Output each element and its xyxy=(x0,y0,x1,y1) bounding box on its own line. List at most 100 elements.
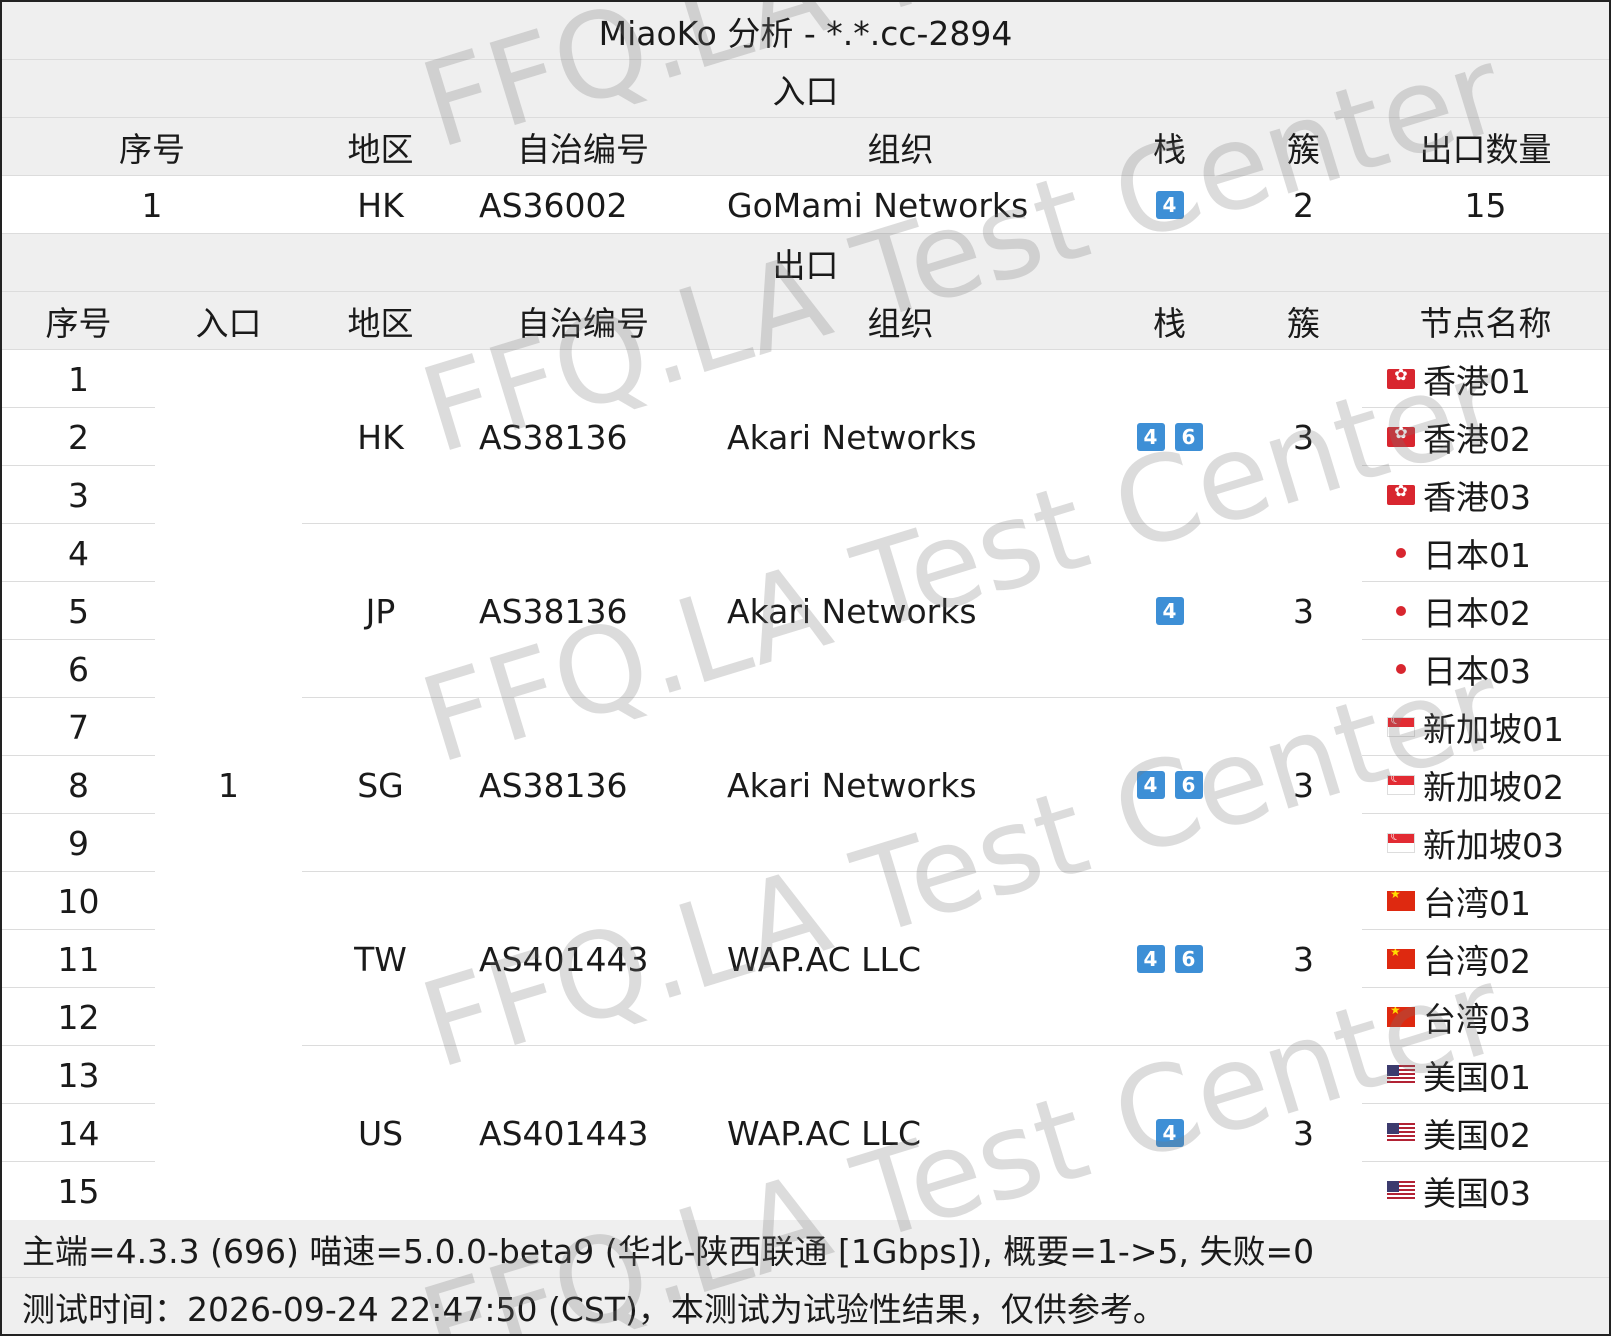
exit-cluster: 3 xyxy=(1293,591,1314,631)
entry-column-header: 栈 xyxy=(1153,130,1186,169)
exit-index: 7 xyxy=(68,707,89,747)
entry-column-header: 簇 xyxy=(1287,130,1320,169)
exit-index: 3 xyxy=(68,475,89,515)
exit-asn: AS38136 xyxy=(479,591,628,631)
exit-column-header: 入口 xyxy=(195,304,262,343)
exit-body: 11香港012香港023香港03HKAS38136Akari Networks4… xyxy=(2,350,1609,1220)
hk-flag-icon xyxy=(1387,427,1415,447)
node-name-cell: 日本03 xyxy=(1362,640,1609,698)
node-name: 美国03 xyxy=(1423,1174,1531,1213)
report-window: MiaoKo 分析 - *.*.cc-2894 入口 序号 地区 自治编号 组织栈簇出口数… xyxy=(0,0,1611,1336)
us-flag-icon xyxy=(1387,1065,1415,1085)
cn-flag-icon xyxy=(1387,949,1415,969)
node-name-cell: 日本01 xyxy=(1362,524,1609,582)
exit-index: 4 xyxy=(68,533,89,573)
exit-index: 15 xyxy=(57,1171,100,1211)
exit-column-header: 簇 xyxy=(1287,304,1320,343)
exit-section-label: 出口 xyxy=(772,246,839,285)
entry-column-header: 出口数量 xyxy=(1419,130,1552,169)
title-row: MiaoKo 分析 - *.*.cc-2894 xyxy=(2,2,1609,60)
node-name: 日本02 xyxy=(1423,594,1531,633)
exit-column-header: 节点名称 xyxy=(1419,304,1552,343)
node-name: 香港03 xyxy=(1423,478,1531,517)
entry-header-row: 序号 地区 自治编号 组织 栈 簇 出口数量 xyxy=(2,118,1609,176)
exit-region: SG xyxy=(357,765,404,805)
exit-cluster: 3 xyxy=(1293,417,1314,457)
entry-region: HK xyxy=(357,185,404,225)
ipv4-badge: 4 xyxy=(1155,597,1184,625)
hk-flag-icon xyxy=(1387,369,1415,389)
exit-section-row: 出口 xyxy=(2,234,1609,292)
node-name: 台湾02 xyxy=(1423,942,1531,981)
node-name-cell: 香港03 xyxy=(1362,466,1609,524)
footer-summary: 主端=4.3.3 (696) 喵速=5.0.0-beta9 (华北-陕西联通 [… xyxy=(22,1232,1315,1271)
exit-org: WAP.AC LLC xyxy=(727,1113,921,1153)
entry-column-header: 序号 xyxy=(119,130,185,169)
node-name: 美国01 xyxy=(1423,1058,1531,1097)
ipv4-badge: 4 xyxy=(1136,771,1165,799)
cn-flag-icon xyxy=(1387,891,1415,911)
ipv6-badge: 6 xyxy=(1174,945,1203,973)
exit-asn: AS38136 xyxy=(479,417,628,457)
exit-cluster: 3 xyxy=(1293,765,1314,805)
node-name-cell: 新加坡02 xyxy=(1362,756,1609,814)
exit-header-row: 序号 入口 地区 自治编号 组织 栈 簇 节点名称 xyxy=(2,292,1609,350)
node-name: 香港01 xyxy=(1423,362,1531,401)
exit-org: WAP.AC LLC xyxy=(727,939,921,979)
node-name-cell: 香港02 xyxy=(1362,408,1609,466)
exit-index: 6 xyxy=(68,649,89,689)
node-name: 新加坡03 xyxy=(1423,826,1564,865)
exit-region: HK xyxy=(357,417,404,457)
exit-index: 5 xyxy=(68,591,89,631)
entry-column-header: 地区 xyxy=(347,130,414,169)
exit-column-header: 栈 xyxy=(1153,304,1186,343)
exit-asn: AS38136 xyxy=(479,765,628,805)
jp-flag-icon xyxy=(1387,659,1415,679)
node-name: 台湾01 xyxy=(1423,884,1531,923)
exit-index: 8 xyxy=(68,765,89,805)
entry-cluster: 2 xyxy=(1293,185,1314,225)
node-name-cell: 美国01 xyxy=(1362,1046,1609,1104)
exit-column-header: 序号 xyxy=(45,304,112,343)
node-name: 新加坡01 xyxy=(1423,710,1564,749)
node-name-cell: 台湾02 xyxy=(1362,930,1609,988)
ipv6-badge: 6 xyxy=(1174,423,1203,451)
exit-region: TW xyxy=(354,939,407,979)
node-name: 日本01 xyxy=(1423,536,1531,575)
exit-index: 14 xyxy=(57,1113,100,1153)
sg-flag-icon xyxy=(1387,775,1415,795)
exit-org: Akari Networks xyxy=(727,765,977,805)
footer-row-2: 测试时间：2026-09-24 22:47:50 (CST)，本测试为试验性结果… xyxy=(2,1278,1609,1334)
exit-index: 13 xyxy=(57,1055,100,1095)
node-name: 日本03 xyxy=(1423,652,1531,691)
exit-region: JP xyxy=(365,591,396,631)
exit-cluster: 3 xyxy=(1293,1113,1314,1153)
entry-column-header: 组织 xyxy=(867,130,934,169)
node-name-cell: 美国02 xyxy=(1362,1104,1609,1162)
node-name-cell: 台湾01 xyxy=(1362,872,1609,930)
node-name: 香港02 xyxy=(1423,420,1531,459)
node-name-cell: 香港01 xyxy=(1362,350,1609,408)
exit-index: 2 xyxy=(68,417,89,457)
entry-section-label: 入口 xyxy=(772,72,839,111)
node-name: 美国02 xyxy=(1423,1116,1531,1155)
sg-flag-icon xyxy=(1387,717,1415,737)
exit-asn: AS401443 xyxy=(479,1113,649,1153)
stack-cell: 4 xyxy=(1094,524,1245,698)
entry-column-header: 自治编号 xyxy=(517,130,649,169)
node-name-cell: 美国03 xyxy=(1362,1162,1609,1220)
stack-cell: 4 xyxy=(1094,176,1245,234)
entry-exit-count: 15 xyxy=(1464,185,1507,225)
exit-index: 12 xyxy=(57,997,100,1037)
ipv6-badge: 6 xyxy=(1174,771,1203,799)
ipv4-badge: 4 xyxy=(1155,191,1184,219)
node-name-cell: 台湾03 xyxy=(1362,988,1609,1046)
ipv4-badge: 4 xyxy=(1136,945,1165,973)
exit-column-header: 地区 xyxy=(347,304,414,343)
ipv4-badge: 4 xyxy=(1155,1119,1184,1147)
node-name-cell: 日本02 xyxy=(1362,582,1609,640)
exit-cluster: 3 xyxy=(1293,939,1314,979)
hk-flag-icon xyxy=(1387,485,1415,505)
exit-org: Akari Networks xyxy=(727,591,977,631)
node-name: 台湾03 xyxy=(1423,1000,1531,1039)
